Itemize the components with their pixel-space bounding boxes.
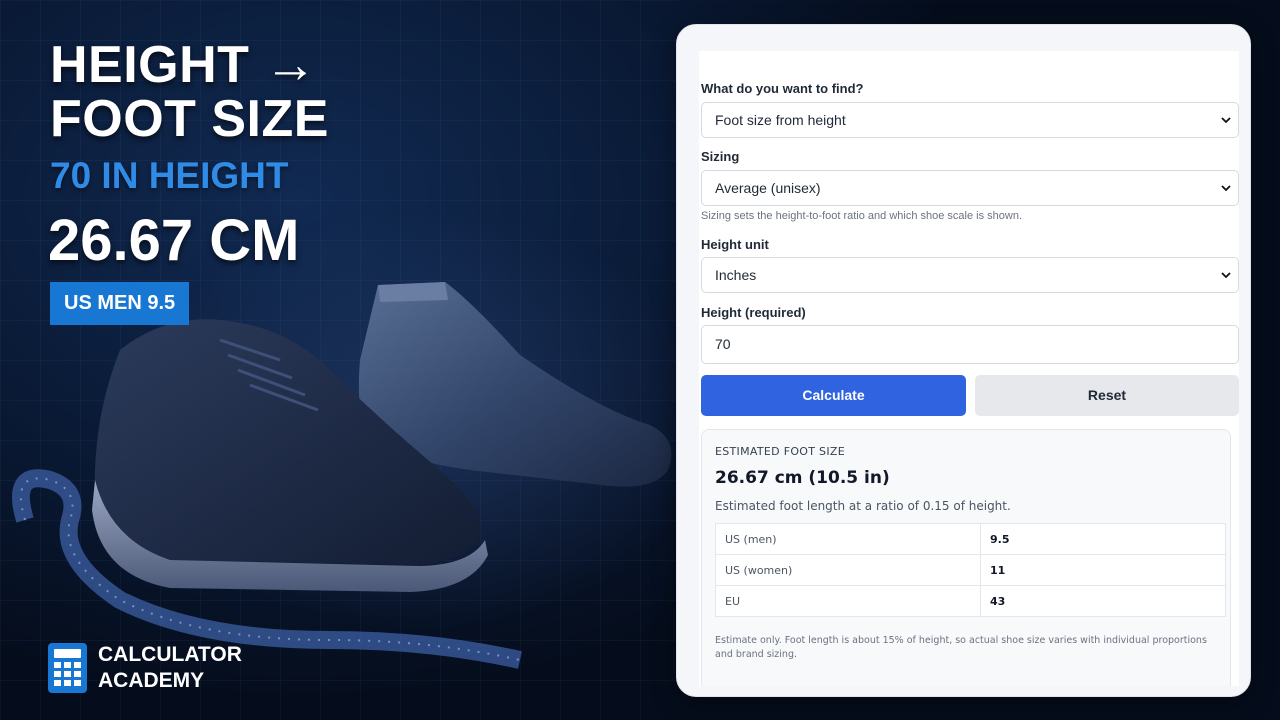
brand-logo: CALCULATOR ACADEMY: [48, 643, 242, 693]
find-label: What do you want to find?: [701, 81, 864, 96]
calculator-icon: [48, 643, 87, 693]
hero-result: 26.67 CM: [48, 208, 300, 273]
size-value: 9.5: [980, 523, 1226, 555]
height-unit-select-value: Inches: [715, 267, 757, 283]
result-card: ESTIMATED FOOT SIZE 26.67 cm (10.5 in) E…: [701, 429, 1231, 686]
chevron-down-icon: [1220, 171, 1232, 205]
hero-title-line1: HEIGHT →: [50, 36, 317, 94]
table-row: EU 43: [715, 585, 1226, 617]
height-unit-label: Height unit: [701, 237, 769, 252]
size-value: 43: [980, 585, 1226, 617]
hero-title: HEIGHT → FOOT SIZE: [50, 38, 329, 146]
hero-subtitle: 70 IN HEIGHT: [50, 155, 289, 196]
calculate-button[interactable]: Calculate: [701, 375, 966, 416]
chevron-down-icon: [1220, 103, 1232, 137]
table-row: US (women) 11: [715, 554, 1226, 586]
height-unit-select[interactable]: Inches: [701, 257, 1239, 293]
find-select-value: Foot size from height: [715, 112, 846, 128]
height-input[interactable]: 70: [701, 325, 1239, 364]
sizing-label: Sizing: [701, 149, 740, 164]
size-label: EU: [715, 585, 981, 617]
result-value: 26.67 cm (10.5 in): [715, 468, 890, 488]
size-label: US (women): [715, 554, 981, 586]
brand-name-line1: CALCULATOR: [98, 643, 242, 666]
sizing-hint: Sizing sets the height-to-foot ratio and…: [701, 210, 1023, 222]
calculator-form-container: What do you want to find? Foot size from…: [699, 51, 1239, 686]
hero-title-line2: FOOT SIZE: [50, 90, 329, 148]
find-select[interactable]: Foot size from height: [701, 102, 1239, 138]
brand-name-line2: ACADEMY: [98, 669, 205, 692]
result-description: Estimated foot length at a ratio of 0.15…: [715, 499, 1011, 513]
result-title: ESTIMATED FOOT SIZE: [715, 445, 845, 458]
height-label: Height (required): [701, 305, 806, 320]
size-value: 11: [980, 554, 1226, 586]
size-label: US (men): [715, 523, 981, 555]
disclaimer-note: Estimate only. Foot length is about 15% …: [715, 635, 1207, 660]
table-row: US (men) 9.5: [715, 523, 1226, 555]
sizing-select[interactable]: Average (unisex): [701, 170, 1239, 206]
brand-name: CALCULATOR ACADEMY: [98, 642, 242, 694]
chevron-down-icon: [1220, 258, 1232, 292]
reset-button[interactable]: Reset: [975, 375, 1239, 416]
calculator-panel: What do you want to find? Foot size from…: [676, 24, 1251, 697]
size-badge: US MEN 9.5: [50, 282, 190, 325]
size-table: US (men) 9.5 US (women) 11 EU 43: [715, 523, 1226, 617]
sizing-select-value: Average (unisex): [715, 180, 821, 196]
